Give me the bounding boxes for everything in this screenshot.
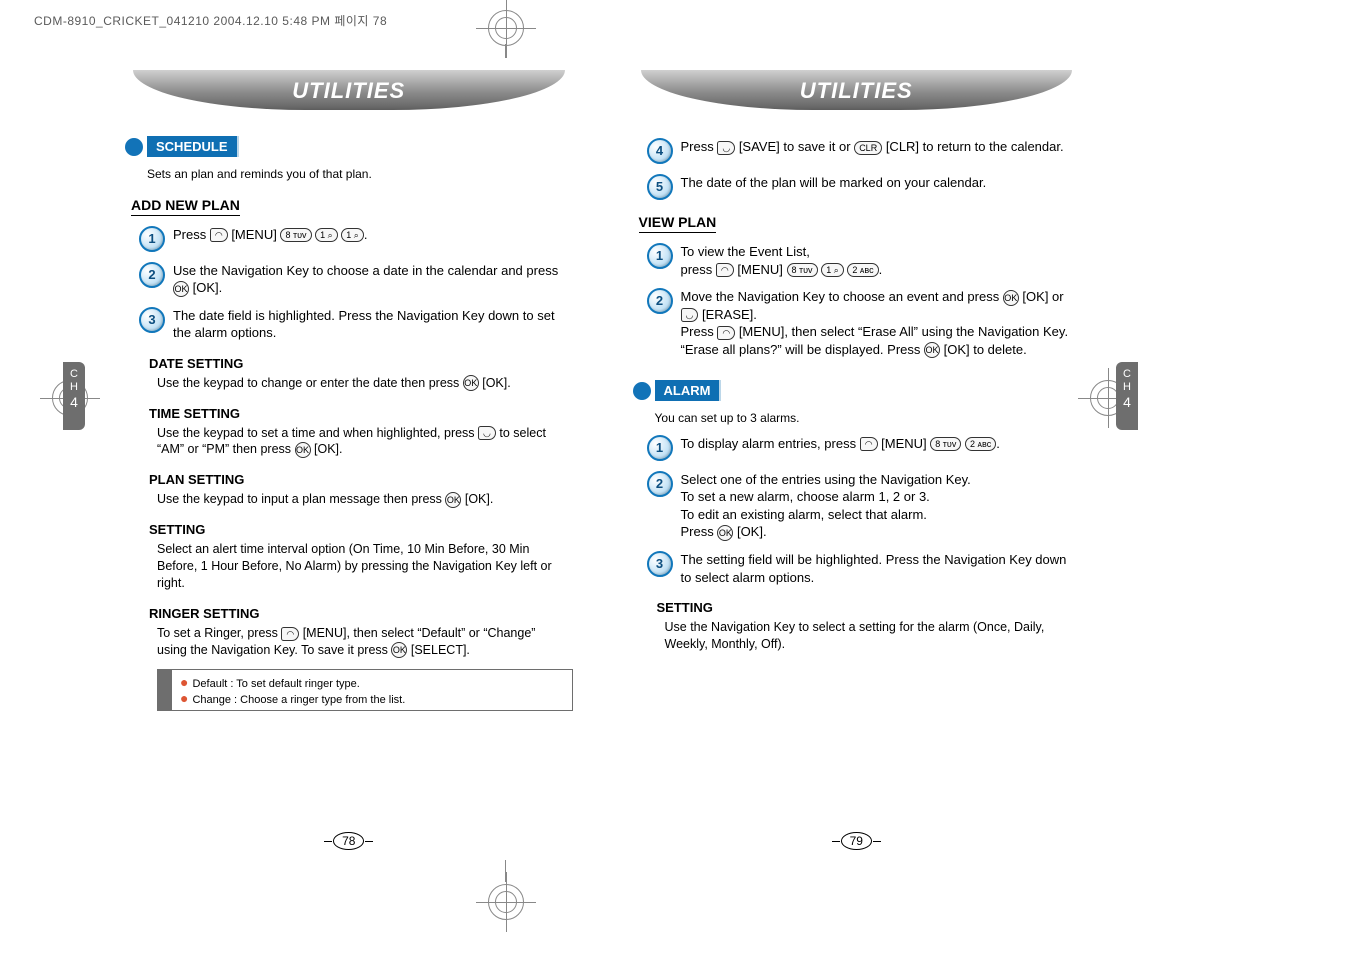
key-2-icon: 2 ᴀʙᴄ bbox=[847, 263, 878, 277]
ringer-setting-text: To set a Ringer, press ◠ [MENU], then se… bbox=[157, 625, 573, 659]
ok-key-icon: OK bbox=[173, 281, 189, 297]
softkey-icon: ◠ bbox=[281, 627, 299, 641]
heading-alarm-setting: SETTING bbox=[657, 600, 1081, 615]
ch-num: 4 bbox=[70, 394, 78, 410]
heading-time-setting: TIME SETTING bbox=[149, 406, 573, 421]
page-left: C H 4 UTILITIES SCHEDULE Sets an plan an… bbox=[95, 60, 603, 850]
ch-letter: C bbox=[1123, 368, 1131, 380]
step-number-icon: 3 bbox=[647, 551, 673, 577]
note-line: Default : To set default ringer type. bbox=[192, 678, 359, 690]
step-number-icon: 4 bbox=[647, 138, 673, 164]
note-line: Change : Choose a ringer type from the l… bbox=[192, 694, 405, 706]
plan-setting-text: Use the keypad to input a plan message t… bbox=[157, 491, 573, 508]
section-alarm: ALARM bbox=[633, 380, 720, 401]
page-title-banner: UTILITIES bbox=[633, 70, 1081, 120]
step-4: 4 Press ◡ [SAVE] to save it or CLR [CLR]… bbox=[647, 138, 1081, 164]
page-right: C H 4 UTILITIES 4 Press ◡ [SAVE] to save… bbox=[603, 60, 1111, 850]
ok-key-icon: OK bbox=[295, 442, 311, 458]
page-title: UTILITIES bbox=[633, 78, 1081, 104]
chapter-tab: C H 4 bbox=[63, 362, 85, 430]
ok-key-icon: OK bbox=[1003, 290, 1019, 306]
step-number-icon: 3 bbox=[139, 307, 165, 333]
heading-plan-setting: PLAN SETTING bbox=[149, 472, 573, 487]
softkey-icon: ◡ bbox=[478, 426, 496, 440]
time-setting-text: Use the keypad to set a time and when hi… bbox=[157, 425, 573, 459]
spread: C H 4 UTILITIES SCHEDULE Sets an plan an… bbox=[95, 60, 1110, 850]
softkey-icon: ◠ bbox=[210, 228, 228, 242]
key-1-icon: 1 ⌕ bbox=[315, 228, 338, 242]
date-setting-text: Use the keypad to change or enter the da… bbox=[157, 375, 573, 392]
step-number-icon: 5 bbox=[647, 174, 673, 200]
page-title-banner: UTILITIES bbox=[125, 70, 573, 120]
heading-ringer-setting: RINGER SETTING bbox=[149, 606, 573, 621]
key-8-icon: 8 ᴛᴜᴠ bbox=[280, 228, 311, 242]
bullet-icon: ● bbox=[180, 674, 188, 690]
bullet-icon: ● bbox=[180, 690, 188, 706]
section-schedule: SCHEDULE bbox=[125, 136, 237, 157]
crop-line bbox=[505, 860, 506, 882]
page-number-value: 78 bbox=[333, 832, 364, 850]
ch-letter: C bbox=[70, 368, 78, 380]
note-box: ● Default : To set default ringer type. ●… bbox=[157, 669, 573, 711]
step-number-icon: 2 bbox=[139, 262, 165, 288]
setting-text: Select an alert time interval option (On… bbox=[157, 541, 573, 592]
key-1-icon: 1 ⌕ bbox=[821, 263, 844, 277]
page-title: UTILITIES bbox=[125, 78, 573, 104]
document-header: CDM-8910_CRICKET_041210 2004.12.10 5:48 … bbox=[34, 12, 387, 29]
page-number: 79 bbox=[603, 832, 1111, 850]
chapter-tab: C H 4 bbox=[1116, 362, 1138, 430]
ok-key-icon: OK bbox=[924, 342, 940, 358]
page-number-value: 79 bbox=[841, 832, 872, 850]
step-3: 3 The date field is highlighted. Press t… bbox=[139, 307, 573, 342]
crop-line bbox=[505, 44, 506, 58]
step-5: 5 The date of the plan will be marked on… bbox=[647, 174, 1081, 200]
key-1-icon: 1 ⌕ bbox=[341, 228, 364, 242]
section-label: SCHEDULE bbox=[147, 136, 237, 157]
registration-mark-icon bbox=[488, 10, 524, 46]
bullet-icon bbox=[125, 138, 143, 156]
ok-key-icon: OK bbox=[391, 642, 407, 658]
view-step-1: 1 To view the Event List, press ◠ [MENU]… bbox=[647, 243, 1081, 278]
alarm-step-3: 3 The setting field will be highlighted.… bbox=[647, 551, 1081, 586]
alarm-step-1: 1 To display alarm entries, press ◠ [MEN… bbox=[647, 435, 1081, 461]
step-2: 2 Use the Navigation Key to choose a dat… bbox=[139, 262, 573, 297]
alarm-step-2: 2 Select one of the entries using the Na… bbox=[647, 471, 1081, 541]
clr-key-icon: CLR bbox=[854, 141, 882, 155]
ok-key-icon: OK bbox=[445, 492, 461, 508]
step-number-icon: 1 bbox=[139, 226, 165, 252]
step-number-icon: 1 bbox=[647, 243, 673, 269]
registration-mark-icon bbox=[488, 884, 524, 920]
ch-num: 4 bbox=[1123, 394, 1131, 410]
view-step-2: 2 Move the Navigation Key to choose an e… bbox=[647, 288, 1081, 358]
step-number-icon: 2 bbox=[647, 471, 673, 497]
step-1: 1 Press ◠ [MENU] 8 ᴛᴜᴠ 1 ⌕ 1 ⌕. bbox=[139, 226, 573, 252]
schedule-intro: Sets an plan and reminds you of that pla… bbox=[147, 167, 573, 181]
heading-date-setting: DATE SETTING bbox=[149, 356, 573, 371]
ch-letter: H bbox=[1123, 381, 1131, 393]
heading-view-plan: VIEW PLAN bbox=[639, 214, 717, 233]
softkey-icon: ◡ bbox=[681, 308, 699, 322]
step-number-icon: 2 bbox=[647, 288, 673, 314]
key-8-icon: 8 ᴛᴜᴠ bbox=[930, 437, 961, 451]
softkey-icon: ◡ bbox=[717, 141, 735, 155]
heading-add-new-plan: ADD NEW PLAN bbox=[131, 197, 240, 216]
softkey-icon: ◠ bbox=[717, 326, 735, 340]
ok-key-icon: OK bbox=[463, 375, 479, 391]
step-number-icon: 1 bbox=[647, 435, 673, 461]
heading-setting: SETTING bbox=[149, 522, 573, 537]
bullet-icon bbox=[633, 382, 651, 400]
ok-key-icon: OK bbox=[717, 525, 733, 541]
section-label: ALARM bbox=[655, 380, 720, 401]
alarm-setting-text: Use the Navigation Key to select a setti… bbox=[665, 619, 1081, 653]
softkey-icon: ◠ bbox=[716, 263, 734, 277]
softkey-icon: ◠ bbox=[860, 437, 878, 451]
page-number: 78 bbox=[95, 832, 603, 850]
key-8-icon: 8 ᴛᴜᴠ bbox=[787, 263, 818, 277]
key-2-icon: 2 ᴀʙᴄ bbox=[965, 437, 996, 451]
ch-letter: H bbox=[70, 381, 78, 393]
alarm-intro: You can set up to 3 alarms. bbox=[655, 411, 1081, 425]
